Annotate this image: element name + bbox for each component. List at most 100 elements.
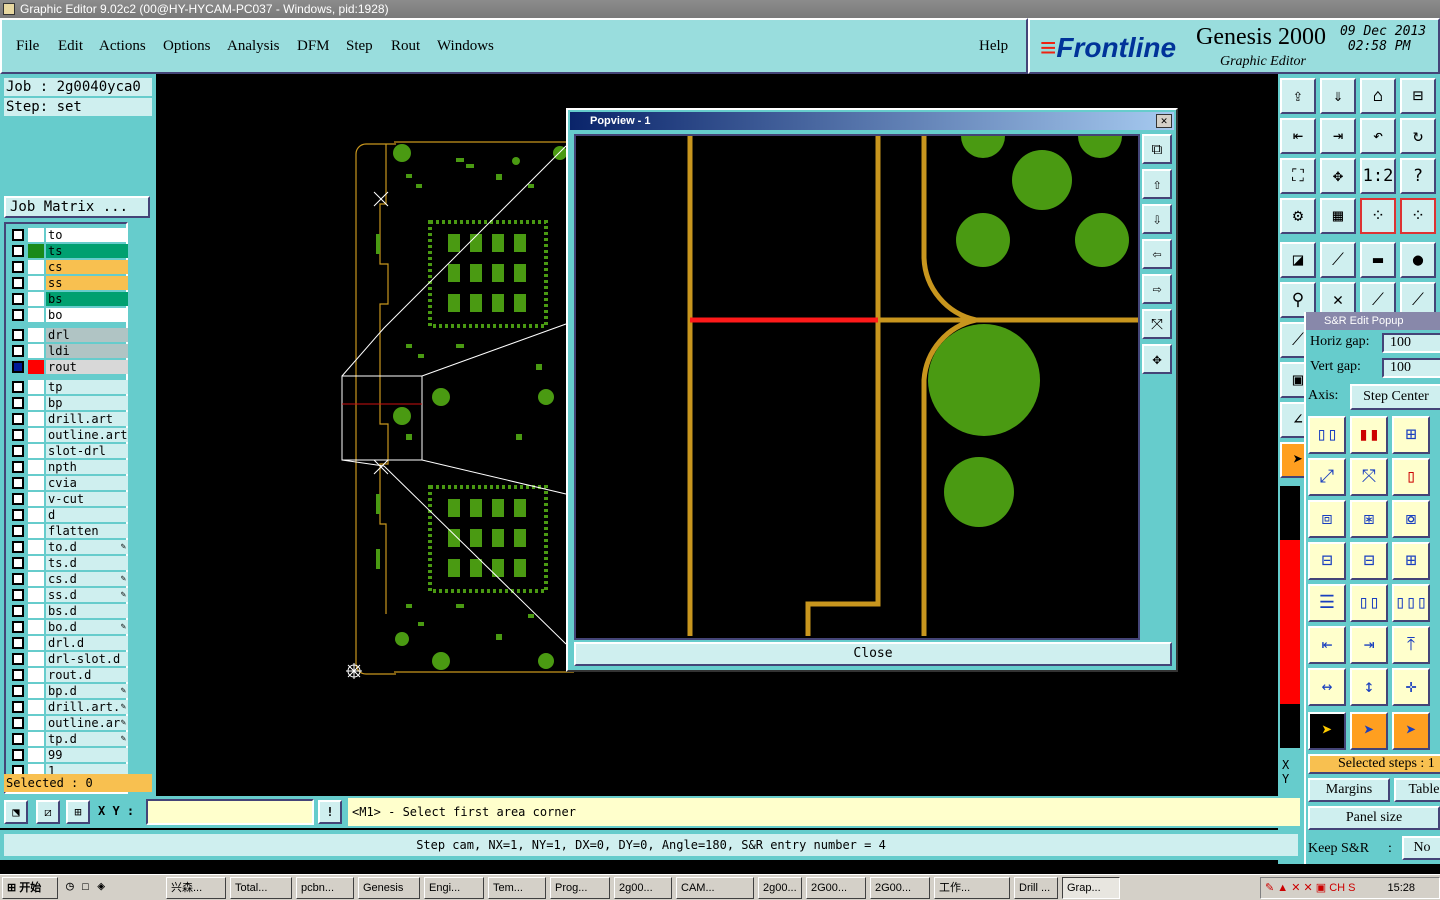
- layer-name[interactable]: outline.art: [46, 428, 128, 442]
- sr-align-left-edge-icon[interactable]: ⇤: [1308, 626, 1346, 664]
- axis-step-center-button[interactable]: Step Center: [1350, 384, 1440, 410]
- move-down-icon[interactable]: ⇓: [1320, 78, 1356, 114]
- layer-row-flatten[interactable]: flatten: [10, 524, 128, 538]
- warning-icon[interactable]: !: [318, 800, 342, 824]
- vert-gap-input[interactable]: 100: [1382, 358, 1440, 378]
- layer-color-swatch[interactable]: [28, 524, 44, 538]
- layer-name[interactable]: cs: [46, 260, 128, 274]
- sr-spread-v-icon[interactable]: ↕: [1350, 668, 1388, 706]
- layer-checkbox[interactable]: [12, 589, 24, 601]
- layer-color-swatch[interactable]: [28, 244, 44, 258]
- popview-fit-button[interactable]: ⧉: [1142, 134, 1172, 164]
- layer-color-swatch[interactable]: [28, 412, 44, 426]
- layer-name[interactable]: drl-slot.d: [46, 652, 128, 666]
- layer-checkbox[interactable]: [12, 509, 24, 521]
- taskbar-item[interactable]: 兴森...: [166, 877, 226, 899]
- layer-row-drill-art[interactable]: drill.art: [10, 412, 128, 426]
- layer-name[interactable]: cs.d ✎: [46, 572, 128, 586]
- layer-color-swatch[interactable]: [28, 668, 44, 682]
- layer-row-bp[interactable]: bp: [10, 396, 128, 410]
- popview-down-button[interactable]: ⇩: [1142, 204, 1172, 234]
- ruler-icon[interactable]: ▬: [1360, 242, 1396, 278]
- layer-row-tp-d[interactable]: tp.d ✎: [10, 732, 128, 746]
- layer-row-drill-art-[interactable]: drill.art. ✎: [10, 700, 128, 714]
- layer-color-swatch[interactable]: [28, 328, 44, 342]
- horiz-gap-input[interactable]: 100: [1382, 333, 1440, 353]
- layer-row-npth[interactable]: npth: [10, 460, 128, 474]
- taskbar-item[interactable]: 2g00...: [758, 877, 802, 899]
- layer-row-to-d[interactable]: to.d ✎: [10, 540, 128, 554]
- redraw-icon[interactable]: ↻: [1400, 118, 1436, 154]
- menu-edit[interactable]: Edit: [58, 38, 83, 55]
- box-icon[interactable]: ⬔: [4, 800, 28, 824]
- menu-rout[interactable]: Rout: [391, 38, 420, 55]
- layer-name[interactable]: slot-drl: [46, 444, 128, 458]
- layer-name[interactable]: rout.d: [46, 668, 128, 682]
- layer-checkbox[interactable]: [12, 701, 24, 713]
- layer-name[interactable]: cvia: [46, 476, 128, 490]
- layer-color-swatch[interactable]: [28, 260, 44, 274]
- layer-row-outline-art[interactable]: outline.art: [10, 428, 128, 442]
- layer-checkbox[interactable]: [12, 669, 24, 681]
- layer-name[interactable]: v-cut: [46, 492, 128, 506]
- sr-grid-icon[interactable]: ⊞: [1392, 416, 1430, 454]
- layer-color-swatch[interactable]: [28, 604, 44, 618]
- layer-row-v-cut[interactable]: v-cut: [10, 492, 128, 506]
- split-view-icon[interactable]: ⊟: [1400, 78, 1436, 114]
- layer-color-swatch[interactable]: [28, 460, 44, 474]
- layer-row-slot-drl[interactable]: slot-drl: [10, 444, 128, 458]
- layer-name[interactable]: to.d ✎: [46, 540, 128, 554]
- layer-checkbox[interactable]: [12, 685, 24, 697]
- layer-checkbox[interactable]: [12, 293, 24, 305]
- layer-checkbox[interactable]: [12, 229, 24, 241]
- sr-move-diag-icon[interactable]: ⤢: [1308, 458, 1346, 496]
- popview-right-button[interactable]: ⇨: [1142, 274, 1172, 304]
- layer-color-swatch[interactable]: [28, 444, 44, 458]
- layer-checkbox[interactable]: [12, 653, 24, 665]
- sr-align-right-edge-icon[interactable]: ⇥: [1350, 626, 1388, 664]
- layer-row-outline-ar[interactable]: outline.ar ✎: [10, 716, 128, 730]
- layer-checkbox[interactable]: [12, 245, 24, 257]
- panel-size-button[interactable]: Panel size: [1308, 806, 1440, 830]
- layer-checkbox[interactable]: [12, 397, 24, 409]
- layer-name[interactable]: tp: [46, 380, 128, 394]
- layer-color-swatch[interactable]: [28, 652, 44, 666]
- layer-row-drl[interactable]: drl: [10, 328, 128, 342]
- help-icon[interactable]: ?: [1400, 158, 1436, 194]
- layer-row-ldi[interactable]: ldi: [10, 344, 128, 358]
- layer-name[interactable]: rout: [46, 360, 128, 374]
- snap-icon[interactable]: ⁘: [1360, 198, 1396, 234]
- layer-color-swatch[interactable]: [28, 732, 44, 746]
- sr-edit-popup[interactable]: S&R Edit Popup Horiz gap: 100 Vert gap: …: [1304, 312, 1440, 864]
- home-icon[interactable]: ⌂: [1360, 78, 1396, 114]
- menu-analysis[interactable]: Analysis: [227, 38, 280, 55]
- layer-name[interactable]: bs.d: [46, 604, 128, 618]
- layer-name[interactable]: drl.d: [46, 636, 128, 650]
- popview-close-button[interactable]: Close: [574, 642, 1172, 666]
- layer-row-ts-d[interactable]: ts.d: [10, 556, 128, 570]
- layer-row-bp-d[interactable]: bp.d ✎: [10, 684, 128, 698]
- layer-color-swatch[interactable]: [28, 540, 44, 554]
- layer-color-swatch[interactable]: [28, 492, 44, 506]
- layer-name[interactable]: bp.d ✎: [46, 684, 128, 698]
- sr-mirror-x-icon[interactable]: ⧈: [1308, 500, 1346, 538]
- menu-options[interactable]: Options: [163, 38, 211, 55]
- layer-checkbox[interactable]: [12, 605, 24, 617]
- layer-name[interactable]: ss: [46, 276, 128, 290]
- layer-checkbox[interactable]: [12, 637, 24, 649]
- zoom-home-icon[interactable]: ✥: [1320, 158, 1356, 194]
- layer-row-bo-d[interactable]: bo.d ✎: [10, 620, 128, 634]
- layer-color-swatch[interactable]: [28, 396, 44, 410]
- taskbar-item[interactable]: 工作...: [934, 877, 1010, 899]
- layer-checkbox[interactable]: [12, 573, 24, 585]
- layer-color-swatch[interactable]: [28, 620, 44, 634]
- layer-name[interactable]: d: [46, 508, 128, 522]
- layer-checkbox[interactable]: [12, 461, 24, 473]
- popview-zoom-in-button[interactable]: ⤧: [1142, 309, 1172, 339]
- layer-name[interactable]: drill.art. ✎: [46, 700, 128, 714]
- menu-windows[interactable]: Windows: [437, 38, 494, 55]
- popview-up-button[interactable]: ⇧: [1142, 169, 1172, 199]
- layer-color-swatch[interactable]: [28, 636, 44, 650]
- margins-button[interactable]: Margins: [1308, 778, 1390, 802]
- taskbar-item[interactable]: pcbn...: [296, 877, 354, 899]
